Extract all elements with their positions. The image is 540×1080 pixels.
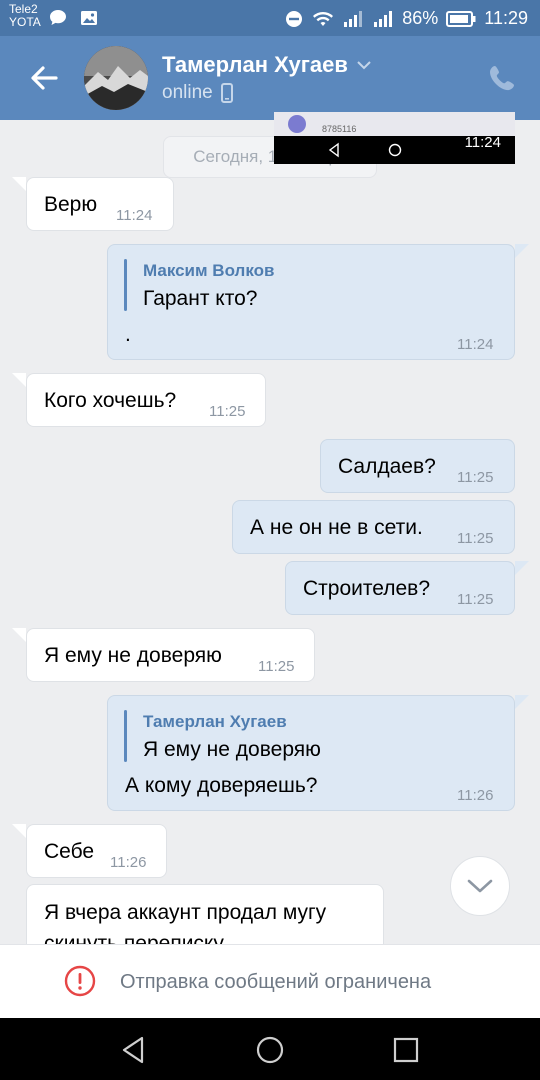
battery-percent: 86% [402,8,439,28]
restricted-text: Отправка сообщений ограничена [120,971,432,993]
message-incoming[interactable]: Я вчера аккаунт продал мугу скинуть пере… [26,884,384,944]
online-status: online [162,82,213,103]
phone-icon[interactable] [486,62,518,94]
message-outgoing[interactable]: Тамерлан Хугаев Я ему не доверяю А кому … [107,695,515,811]
message-text: Себе [44,840,95,863]
contact-name: Тамерлан Хугаев [162,52,348,77]
message-outgoing[interactable]: А не он не в сети. 11:25 [232,500,515,554]
message-time: 11:25 [457,530,494,547]
scroll-down-icon [467,879,493,893]
restricted-bar: Отправка сообщений ограничена [0,944,540,1018]
message-time: 11:24 [457,336,494,353]
back-arrow-icon[interactable] [26,60,62,96]
message-text: А кому доверяешь? [125,774,318,797]
message-outgoing[interactable]: Максим Волков Гарант кто? . 11:24 [107,244,515,360]
forward-author: Тамерлан Хугаев [143,712,287,731]
message-time: 11:25 [457,591,494,608]
forward-author: Максим Волков [143,261,275,280]
forward-bar [124,710,127,762]
bubble-tail [12,824,26,838]
nav-home-icon[interactable] [254,1034,286,1066]
thumbnail-back-icon [328,142,339,158]
message-outgoing[interactable]: Строителев? 11:25 [285,561,515,615]
message-outgoing[interactable]: Салдаев? 11:25 [320,439,515,493]
bubble-tail [12,628,26,642]
thumbnail-time: 11:24 [464,134,501,151]
message-incoming[interactable]: Верю 11:24 [26,177,174,231]
warning-icon [64,965,96,997]
status-bar: Tele2 YOTA 86% 11:29 [0,0,540,36]
screenshot-thumbnail[interactable]: 8785116 11:24 [274,112,515,164]
chat-header: Тамерлан Хугаев online [0,36,540,120]
message-time: 11:26 [110,854,147,871]
message-text: Салдаев? [338,455,436,478]
thumbnail-number: 8785116 [322,124,357,134]
signal-2-icon [374,10,393,27]
message-time: 11:26 [457,787,494,804]
message-text: Я вчера аккаунт продал мугу [44,901,327,924]
forward-bar [124,259,127,311]
message-text: Верю [44,193,98,216]
message-list[interactable]: Сегодня, 13 января Верю 11:24 Максим Вол… [0,120,540,944]
message-text: Я ему не доверяю [44,644,222,667]
bubble-tail [515,561,529,575]
message-text: Строителев? [303,577,431,600]
thumbnail-home-icon [388,143,402,157]
forward-text: Я ему не доверяю [143,738,321,761]
message-text: Кого хочешь? [44,389,177,412]
scroll-down-button[interactable] [450,856,510,916]
dnd-icon [286,10,303,27]
avatar[interactable] [84,46,148,110]
message-incoming[interactable]: Кого хочешь? 11:25 [26,373,266,427]
bubble-tail [515,244,529,258]
system-nav-bar [0,1018,540,1080]
carrier-info: Tele2 YOTA [9,3,41,29]
clock: 11:29 [484,8,528,28]
contact-status: online [162,82,233,104]
thumbnail-preview: 8785116 [274,112,515,136]
wifi-icon [313,11,334,26]
bubble-tail [12,177,26,191]
battery-icon [446,10,476,27]
message-incoming[interactable]: Я ему не доверяю 11:25 [26,628,315,682]
message-text-line-2: скинуть переписку [44,932,224,944]
message-incoming[interactable]: Себе 11:26 [26,824,167,878]
chat-notification-icon [48,8,68,33]
image-notification-icon [79,8,99,33]
mobile-icon [220,83,233,103]
nav-back-icon[interactable] [118,1034,150,1066]
thumbnail-avatar [288,115,306,133]
contact-name-area[interactable]: Тамерлан Хугаев [162,52,372,78]
message-text: А не он не в сети. [250,516,423,539]
bubble-tail [515,695,529,709]
signal-1-icon [344,10,363,27]
carrier-name-2: YOTA [9,15,41,29]
message-time: 11:24 [116,207,153,224]
status-right: 86% 11:29 [284,8,528,29]
message-time: 11:25 [258,658,295,675]
chevron-down-icon [357,61,371,70]
nav-recents-icon[interactable] [390,1034,422,1066]
forward-text: Гарант кто? [143,287,258,310]
message-text: . [125,323,131,346]
message-time: 11:25 [457,469,494,486]
bubble-tail [12,373,26,387]
message-time: 11:25 [209,403,246,420]
